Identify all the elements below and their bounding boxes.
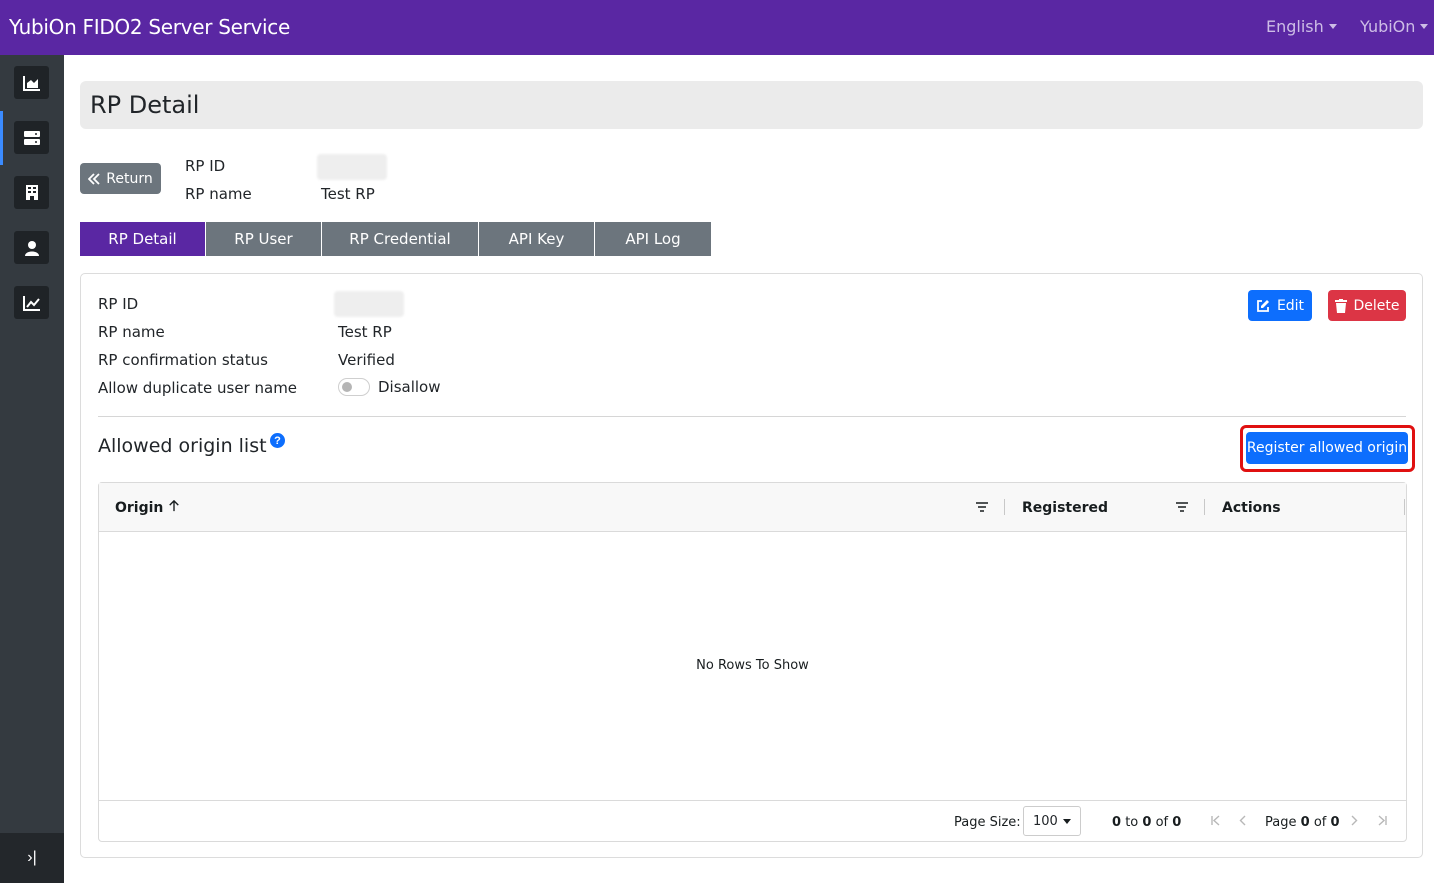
- tab-rp-credential[interactable]: RP Credential: [322, 222, 479, 256]
- column-registered-label: Registered: [1022, 500, 1109, 516]
- area-chart-icon: [22, 75, 40, 91]
- column-origin[interactable]: Origin: [115, 500, 163, 516]
- grid-header: Origin Registered Actions: [99, 483, 1406, 532]
- tab-api-key[interactable]: API Key: [479, 222, 595, 256]
- sidebar-collapse-button[interactable]: ›|: [0, 833, 64, 883]
- return-label: Return: [106, 170, 153, 187]
- page-title: RP Detail: [90, 91, 200, 119]
- first-page-icon[interactable]: [1211, 815, 1221, 826]
- sidebar-item-statistics[interactable]: [14, 286, 49, 319]
- page-total: 0: [1330, 815, 1340, 830]
- column-registered[interactable]: Registered: [1022, 500, 1108, 516]
- allowed-origin-grid: Origin Registered Actions No Rows To Sho…: [98, 482, 1407, 842]
- confirmation-status-value: Verified: [338, 351, 395, 369]
- rp-id-value-redacted: [317, 154, 387, 180]
- page-size-label: Page Size:: [954, 815, 1021, 830]
- range-of-word: of: [1155, 815, 1169, 830]
- tab-rp-user[interactable]: RP User: [206, 222, 322, 256]
- tab-rp-detail[interactable]: RP Detail: [80, 222, 206, 256]
- allow-duplicate-label: Allow duplicate user name: [98, 379, 298, 397]
- sidebar-active-indicator: [0, 111, 3, 165]
- range-from: 0: [1112, 815, 1122, 830]
- column-actions[interactable]: Actions: [1222, 500, 1281, 516]
- delete-button[interactable]: Delete: [1328, 290, 1406, 321]
- range-to-word: to: [1125, 815, 1139, 830]
- allow-duplicate-toggle[interactable]: [338, 378, 370, 396]
- page-current: 0: [1300, 815, 1310, 830]
- grid-pagination: Page Size: 100 0 to 0 of 0 Page 0 of 0: [99, 800, 1406, 842]
- sidebar-item-users[interactable]: [14, 231, 49, 264]
- user-label: YubiOn: [1360, 17, 1416, 36]
- page-indicator: Page 0 of 0: [1265, 815, 1340, 830]
- sort-ascending-icon: [169, 500, 179, 512]
- register-highlight: Register allowed origin: [1240, 425, 1415, 472]
- tab-api-log[interactable]: API Log: [595, 222, 711, 256]
- double-chevron-left-icon: [88, 172, 100, 185]
- language-label: English: [1266, 17, 1324, 36]
- delete-label: Delete: [1353, 297, 1400, 314]
- page-size-select[interactable]: 100: [1023, 806, 1081, 836]
- line-chart-icon: [22, 295, 40, 311]
- user-menu[interactable]: YubiOn: [1360, 17, 1429, 36]
- rp-name-label: RP name: [185, 185, 252, 203]
- empty-grid-message: No Rows To Show: [696, 658, 809, 673]
- edit-label: Edit: [1276, 297, 1305, 314]
- next-page-icon[interactable]: [1350, 815, 1358, 826]
- trash-icon: [1334, 298, 1347, 313]
- edit-button[interactable]: Edit: [1248, 290, 1312, 321]
- collapse-icon: ›|: [27, 849, 37, 866]
- column-separator[interactable]: [1404, 499, 1405, 515]
- row-range-summary: 0 to 0 of 0: [1112, 815, 1181, 830]
- building-icon: [25, 185, 38, 200]
- column-actions-label: Actions: [1222, 500, 1281, 516]
- allowed-origin-title: Allowed origin list: [98, 435, 267, 457]
- top-navbar: YubiOn FIDO2 Server Service English Yubi…: [0, 0, 1434, 55]
- last-page-icon[interactable]: [1377, 815, 1387, 826]
- chevron-down-icon: [1420, 24, 1429, 29]
- sidebar-item-servers[interactable]: [14, 121, 49, 154]
- previous-page-icon[interactable]: [1239, 815, 1247, 826]
- sidebar-item-dashboard[interactable]: [14, 66, 49, 99]
- language-menu[interactable]: English: [1266, 17, 1337, 36]
- rp-name-value: Test RP: [321, 185, 375, 203]
- chevron-down-icon: [1328, 24, 1337, 29]
- page-word: Page: [1265, 815, 1297, 830]
- rp-detail-card: RP ID RP name Test RP RP confirmation st…: [80, 273, 1423, 858]
- page-header: RP Detail: [80, 81, 1423, 129]
- toggle-knob: [342, 382, 352, 392]
- allow-duplicate-value: Disallow: [378, 378, 441, 396]
- detail-tabs: RP Detail RP User RP Credential API Key …: [80, 222, 711, 256]
- sidebar-item-organization[interactable]: [14, 176, 49, 209]
- section-divider: [98, 416, 1406, 417]
- page-of-word: of: [1313, 815, 1327, 830]
- page-size-value: 100: [1033, 813, 1058, 829]
- server-icon: [23, 130, 40, 145]
- chevron-down-icon: [1062, 818, 1071, 824]
- rp-id-label: RP ID: [185, 157, 226, 175]
- confirmation-status-label: RP confirmation status: [98, 351, 268, 369]
- help-icon[interactable]: ?: [270, 433, 285, 448]
- user-icon: [24, 240, 39, 256]
- range-total: 0: [1172, 815, 1182, 830]
- return-button[interactable]: Return: [80, 163, 161, 194]
- register-allowed-origin-button[interactable]: Register allowed origin: [1246, 432, 1408, 464]
- filter-icon[interactable]: [975, 501, 989, 513]
- app-title[interactable]: YubiOn FIDO2 Server Service: [9, 15, 290, 39]
- edit-icon: [1257, 299, 1269, 312]
- sidebar: ›|: [0, 55, 64, 883]
- range-to: 0: [1142, 815, 1152, 830]
- detail-rp-name-label: RP name: [98, 323, 165, 341]
- column-separator[interactable]: [1204, 499, 1205, 515]
- detail-rp-id-value-redacted: [334, 291, 404, 317]
- detail-rp-name-value: Test RP: [338, 323, 392, 341]
- column-origin-label: Origin: [115, 500, 164, 516]
- detail-rp-id-label: RP ID: [98, 295, 139, 313]
- filter-icon[interactable]: [1175, 501, 1189, 513]
- column-separator[interactable]: [1004, 499, 1005, 515]
